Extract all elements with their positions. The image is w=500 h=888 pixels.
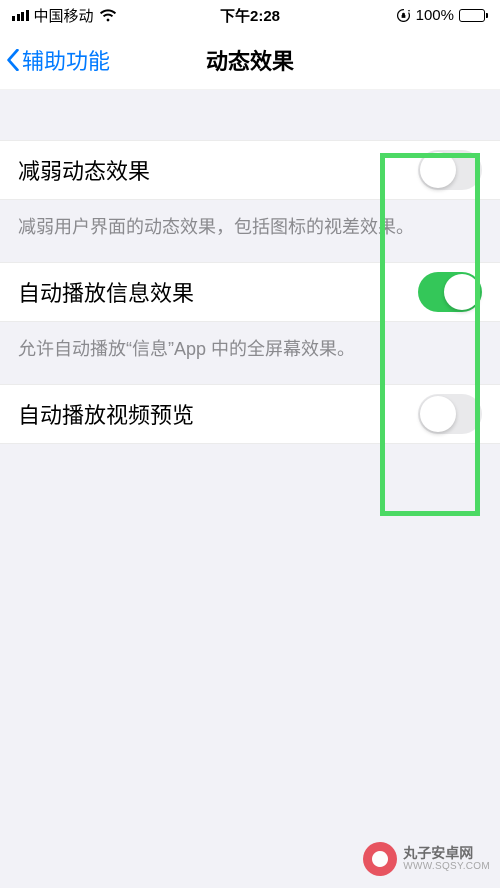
back-label: 辅助功能: [22, 44, 110, 76]
autoplay-video-previews-label: 自动播放视频预览: [18, 398, 194, 430]
chevron-left-icon: [6, 49, 20, 71]
watermark-logo-icon: [363, 842, 397, 876]
reduce-motion-label: 减弱动态效果: [18, 154, 150, 186]
watermark: 丸子安卓网 WWW.SQSY.COM: [363, 842, 490, 876]
reduce-motion-switch[interactable]: [418, 150, 482, 190]
battery-icon: [459, 9, 488, 22]
autoplay-video-previews-switch[interactable]: [418, 394, 482, 434]
autoplay-video-previews-row: 自动播放视频预览: [0, 384, 500, 444]
reduce-motion-row: 减弱动态效果: [0, 140, 500, 200]
wifi-icon: [99, 9, 117, 22]
watermark-brand: 丸子安卓网: [403, 846, 490, 861]
clock-label: 下午2:28: [220, 5, 280, 26]
battery-pct-label: 100%: [416, 7, 454, 24]
autoplay-message-effects-label: 自动播放信息效果: [18, 276, 194, 308]
back-button[interactable]: 辅助功能: [0, 44, 110, 76]
page-title: 动态效果: [206, 44, 294, 76]
nav-bar: 辅助功能 动态效果: [0, 30, 500, 90]
reduce-motion-desc: 减弱用户界面的动态效果，包括图标的视差效果。: [0, 200, 500, 262]
status-bar: 中国移动 下午2:28 100%: [0, 0, 500, 30]
rotation-lock-icon: [396, 8, 411, 23]
watermark-url: WWW.SQSY.COM: [403, 861, 490, 872]
carrier-label: 中国移动: [34, 5, 94, 26]
autoplay-message-effects-row: 自动播放信息效果: [0, 262, 500, 322]
autoplay-message-effects-desc: 允许自动播放“信息”App 中的全屏幕效果。: [0, 322, 500, 384]
autoplay-message-effects-switch[interactable]: [418, 272, 482, 312]
cellular-signal-icon: [12, 10, 29, 21]
